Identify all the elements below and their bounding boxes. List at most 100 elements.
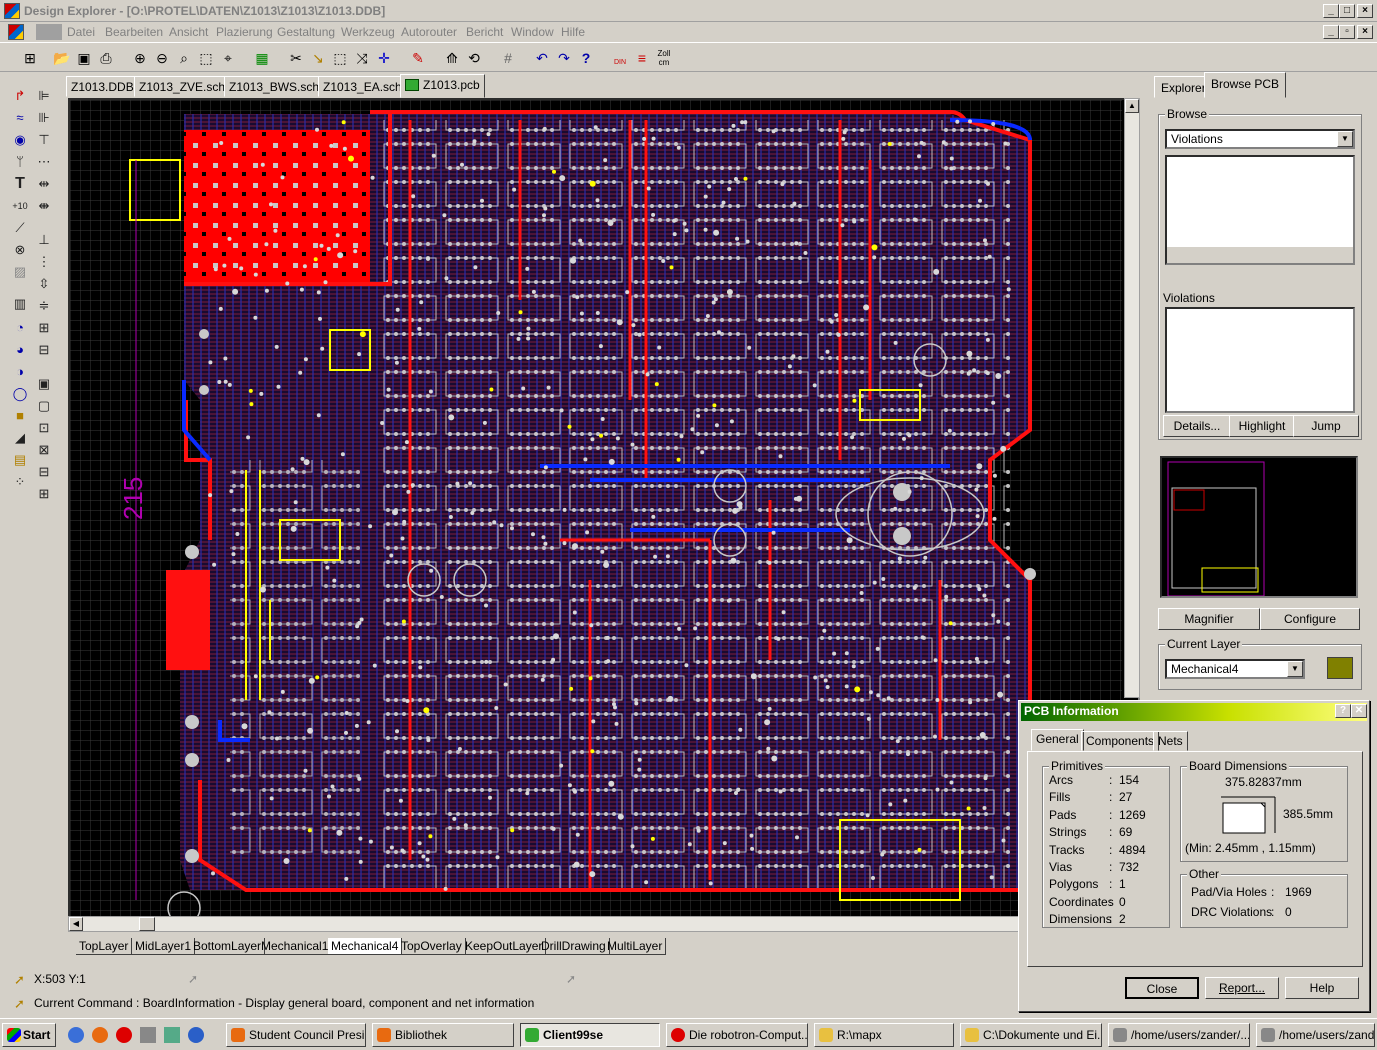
menu-werkzeug[interactable]: Werkzeug [341,25,395,39]
update-icon[interactable]: ⊞ [34,484,54,504]
dialog-report-button[interactable]: Report... [1205,977,1279,999]
menu-window[interactable]: Window [511,25,554,39]
menu-autorouter[interactable]: Autorouter [401,25,457,39]
din-icon[interactable]: DIN [610,48,630,68]
quicklaunch-explorer-icon[interactable] [164,1027,180,1043]
scroll-thumb[interactable] [139,917,155,931]
menu-hilfe[interactable]: Hilfe [561,25,585,39]
redo-icon[interactable]: ↷ [554,48,574,68]
flip-icon[interactable]: ⟲ [464,48,484,68]
task-bibliothek[interactable]: Bibliothek [372,1023,514,1047]
tab-nets[interactable]: Nets [1153,731,1188,751]
tab-browse-pcb[interactable]: Browse PCB [1204,72,1287,98]
polygon-icon[interactable]: ◢ [10,428,30,448]
unit-toggle-icon[interactable]: Zoll cm [654,48,674,68]
cut-icon[interactable]: ✂ [286,48,306,68]
layer-tab-drilldrawing[interactable]: DrillDrawing [538,938,610,955]
close-button[interactable]: × [1357,4,1373,18]
via-icon[interactable]: ᛘ [10,152,30,172]
dialog-help-text-button[interactable]: Help [1285,977,1359,999]
component-place-icon[interactable]: ▥ [10,294,30,314]
task-student-council[interactable]: Student Council Presi... [226,1023,366,1047]
tab-components[interactable]: Components [1081,731,1160,751]
jump-button[interactable]: Jump [1293,415,1359,437]
tab-z1013-ddb[interactable]: Z1013.DDB [66,76,139,97]
quicklaunch-ie-icon[interactable] [68,1027,84,1043]
doc-restore-button[interactable]: ▫ [1339,25,1355,39]
layer-tab-toplayer[interactable]: TopLayer [76,938,133,955]
vertical-spacing-icon[interactable]: ⇳ [34,274,54,294]
doc-minimize-button[interactable]: _ [1323,25,1339,39]
start-button[interactable]: Start [2,1023,56,1047]
task-home-zander-2[interactable]: /home/users/zander... [1256,1023,1375,1047]
browse-list[interactable] [1165,155,1355,265]
distribute-horizontal-icon[interactable]: ⋯ [34,152,54,172]
vertical-scrollbar[interactable]: ▲ [1124,98,1140,698]
task-robotron[interactable]: Die robotron-Comput... [666,1023,808,1047]
undo-icon[interactable]: ↶ [532,48,552,68]
browse-list-scrollbar[interactable] [1167,247,1353,263]
document-icon[interactable] [8,24,24,40]
zoom-in-icon[interactable]: ⊕ [130,48,150,68]
layer-tab-multilayer[interactable]: MultiLayer [604,938,667,955]
quicklaunch-network-icon[interactable] [140,1027,156,1043]
tab-general[interactable]: General [1031,729,1084,751]
arc-center-icon[interactable]: ◔ [10,318,30,338]
configure-button[interactable]: Configure [1260,608,1360,630]
align-right-icon[interactable]: ⊪ [34,108,54,128]
zoom-out-icon[interactable]: ⊖ [152,48,172,68]
move-component-icon[interactable]: ⊡ [34,418,54,438]
group-icon[interactable]: ⊠ [34,440,54,460]
layer-color-swatch[interactable] [1327,657,1353,679]
layer-tab-topoverlay[interactable]: TopOverlay [398,938,466,955]
room-arrange-icon[interactable]: ▣ [34,374,54,394]
dimension-icon[interactable]: ⟋ [10,218,30,238]
horizontal-scrollbar[interactable]: ◀ [68,916,1020,932]
chevron-down-icon[interactable]: ▼ [1337,131,1353,147]
paste-icon[interactable]: ↘ [308,48,328,68]
rect-arrange-icon[interactable]: ▢ [34,396,54,416]
layer-tab-midlayer1[interactable]: MidLayer1 [132,938,196,955]
coordinate-icon[interactable]: +10 [10,196,30,216]
menu-plazierung[interactable]: Plazierung [216,25,273,39]
pcb-canvas[interactable]: 215 [68,98,1140,918]
pcb-drawing[interactable]: 215 [70,100,1122,916]
pad-icon[interactable]: ◉ [10,130,30,150]
zoom-area-icon[interactable]: ⌕ [174,48,194,68]
select-area-icon[interactable]: ⬚ [330,48,350,68]
string-icon[interactable]: T [10,174,30,194]
mini-viewer[interactable] [1160,456,1358,598]
distribute-vertical-icon[interactable]: ⋮ [34,252,54,272]
maximize-button[interactable]: □ [1339,4,1355,18]
menu-ansicht[interactable]: Ansicht [169,25,208,39]
layer-tab-keepoutlayer[interactable]: KeepOutLayer [462,938,547,955]
help-icon[interactable]: ? [576,48,596,68]
tab-z1013-ea[interactable]: Z1013_EA.sch [318,76,407,97]
circle-icon[interactable]: ◯ [10,384,30,404]
magnifier-button[interactable]: Magnifier [1158,608,1260,630]
align-bottom-icon[interactable]: ⊥ [34,230,54,250]
task-home-zander-1[interactable]: /home/users/zander/.... [1108,1023,1250,1047]
quicklaunch-ie2-icon[interactable] [188,1027,204,1043]
doc-close-button[interactable]: × [1357,25,1373,39]
layers-icon[interactable]: ≡ [632,48,652,68]
zoom-fit-icon[interactable]: ⬚ [196,48,216,68]
brush-icon[interactable]: ✎ [408,48,428,68]
highlight-button[interactable]: Highlight [1229,415,1295,437]
cross-probe-icon[interactable]: ⟰ [442,48,462,68]
explorer-toggle-icon[interactable]: ⊞ [20,48,40,68]
component-icon[interactable]: ▦ [252,48,272,68]
zoom-selection-icon[interactable]: ⌖ [218,48,238,68]
menu-bericht[interactable]: Bericht [466,25,503,39]
move-icon[interactable]: ✛ [374,48,394,68]
chevron-down-icon[interactable]: ▼ [1287,661,1303,677]
open-icon[interactable]: 📂 [52,48,72,68]
room-icon[interactable]: ▨ [10,262,30,282]
array-paste-icon[interactable]: ⁘ [10,472,30,492]
tab-z1013-pcb[interactable]: Z1013.pcb [400,74,485,98]
spacing-decrease-icon[interactable]: ⇼ [34,196,54,216]
dialog-help-button[interactable]: ? [1335,704,1351,718]
app-icon[interactable] [4,3,20,19]
grid-icon[interactable]: # [498,48,518,68]
align-top-icon[interactable]: ⊤ [34,130,54,150]
